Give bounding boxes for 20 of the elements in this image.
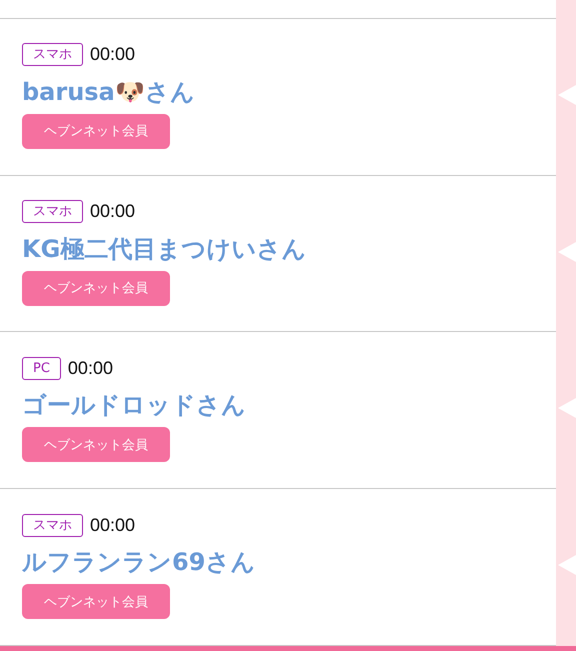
device-tag: スマホ	[22, 200, 83, 224]
member-button[interactable]: ヘブンネット会員	[22, 584, 170, 620]
user-name[interactable]: barusa🐶さん	[22, 76, 556, 107]
post-time: 00:00	[90, 44, 136, 66]
triangle-icon	[556, 82, 576, 107]
triangle-icon	[556, 240, 576, 264]
post-time: 00:00	[68, 358, 113, 379]
member-button[interactable]: ヘブンネット会員	[22, 114, 170, 149]
user-name[interactable]: ルフランラン69さん	[22, 547, 556, 578]
triangle-icon	[556, 553, 576, 578]
device-tag: スマホ	[22, 514, 83, 537]
user-name[interactable]: KG極二代目まつけいさん	[22, 234, 556, 264]
post-time: 00:00	[90, 201, 136, 222]
device-tag: PC	[22, 356, 61, 380]
member-button[interactable]: ヘブンネット会員	[22, 270, 170, 306]
device-tag: スマホ	[22, 43, 83, 66]
triangle-icon	[556, 396, 576, 420]
member-button[interactable]: ヘブンネット会員	[22, 427, 170, 462]
user-name[interactable]: ゴールドロッドさん	[22, 390, 556, 420]
post-time: 00:00	[90, 514, 136, 536]
